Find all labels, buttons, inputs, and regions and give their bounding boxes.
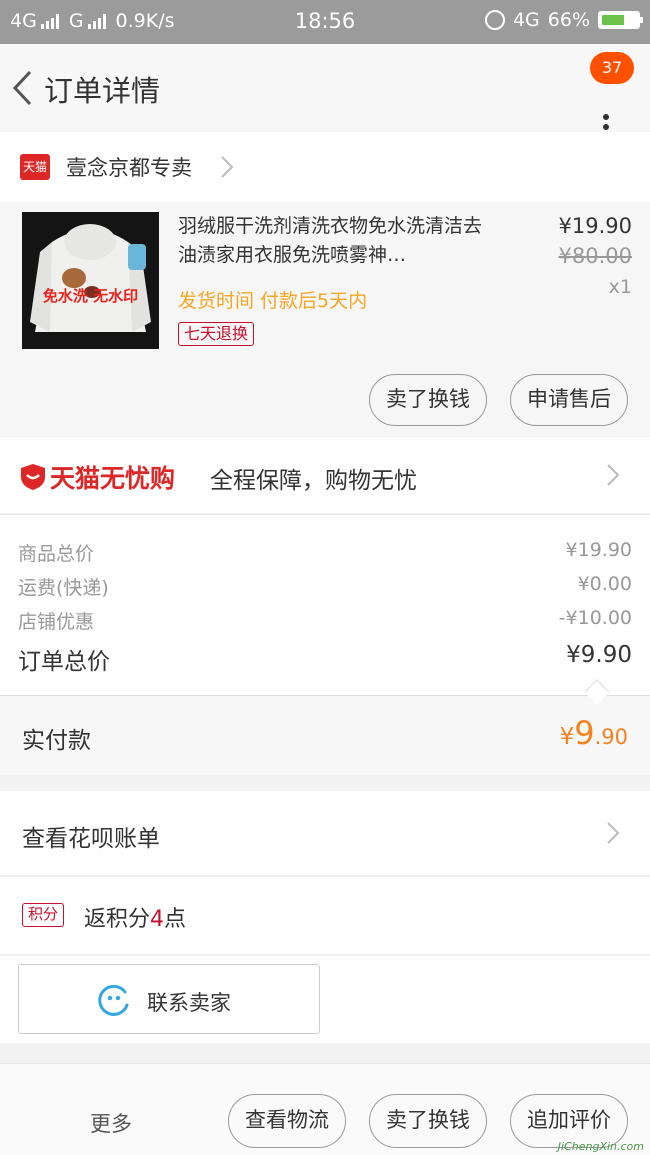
contact-area: 联系卖家 xyxy=(0,955,650,1043)
paid-amount: ¥9.90 xyxy=(560,714,628,752)
points-text: 返积分4点 xyxy=(84,901,186,933)
points-tag: 积分 xyxy=(22,903,64,927)
paid-row: 实付款 ¥9.90 xyxy=(0,695,650,775)
alarm-icon xyxy=(484,10,505,30)
original-price: ¥80.00 xyxy=(558,244,632,268)
summary-label: 商品总价 xyxy=(18,543,95,565)
order-total-value: ¥9.90 xyxy=(566,642,632,668)
worry-free-desc: 全程保障，购物无忧 xyxy=(210,468,417,494)
ship-time: 发货时间 付款后5天内 xyxy=(178,290,368,312)
status-right: 4G 66% xyxy=(484,9,643,31)
summary-value: ¥19.90 xyxy=(565,539,632,561)
order-total-label: 订单总价 xyxy=(18,649,110,675)
message-badge[interactable]: 37 xyxy=(590,52,634,84)
shield-icon xyxy=(21,464,45,490)
order-item[interactable]: 免水洗 无水印 羽绒服干洗剂清洗衣物免水洗清洁去油渍家用衣服免洗喷雾神… 发货时… xyxy=(0,202,650,436)
summary-label: 店铺优惠 xyxy=(18,611,95,633)
watermark: JiChengXin.com xyxy=(557,1140,644,1153)
bottom-action-bar: 更多 查看物流 卖了换钱 追加评价 JiChengXin.com xyxy=(0,1063,650,1155)
huabei-row[interactable]: 查看花呗账单 xyxy=(0,791,650,875)
contact-seller-button[interactable]: 联系卖家 xyxy=(18,964,320,1034)
status-bar: 4G G 0.9K/s 18:56 4G 66% xyxy=(0,0,650,44)
shop-header[interactable]: 天猫 壹念京都专卖 xyxy=(0,132,650,202)
paid-label: 实付款 xyxy=(22,728,91,754)
page-title: 订单详情 xyxy=(44,74,161,108)
more-button[interactable]: 更多 xyxy=(90,1108,132,1138)
huabei-label[interactable]: 查看花呗账单 xyxy=(22,819,160,853)
paid-decimal: .90 xyxy=(594,725,628,749)
points-row: 积分 返积分4点 xyxy=(0,876,650,954)
jacket-illustration xyxy=(22,212,159,349)
network-label-3: 4G xyxy=(512,9,540,31)
summary-value: -¥10.00 xyxy=(558,607,632,629)
points-prefix: 返积分 xyxy=(84,907,151,932)
nav-bar: 订单详情 37 xyxy=(0,44,650,132)
item-price: ¥19.90 xyxy=(558,214,632,238)
paid-integer: 9 xyxy=(574,714,595,752)
customer-service-icon xyxy=(98,984,129,1016)
worry-free-logo: 天猫无忧购 xyxy=(20,459,175,495)
points-count: 4 xyxy=(150,907,165,932)
currency-symbol: ¥ xyxy=(559,724,575,750)
sell-button[interactable]: 卖了换钱 xyxy=(369,374,487,426)
product-image[interactable]: 免水洗 无水印 xyxy=(22,212,159,349)
worry-free-row[interactable]: 天猫无忧购 全程保障，购物无忧 xyxy=(0,437,650,513)
return-policy-tag: 七天退换 xyxy=(178,322,255,346)
summary-value: ¥0.00 xyxy=(577,573,632,595)
image-caption: 免水洗 无水印 xyxy=(42,287,139,305)
contact-seller-label: 联系卖家 xyxy=(147,991,231,1015)
tmall-tag: 天猫 xyxy=(20,154,50,180)
product-title[interactable]: 羽绒服干洗剂清洗衣物免水洗清洁去油渍家用衣服免洗喷雾神… xyxy=(178,212,488,270)
chevron-right-icon xyxy=(607,822,620,844)
after-sale-button[interactable]: 申请售后 xyxy=(510,374,628,426)
battery-icon xyxy=(598,11,643,29)
points-suffix: 点 xyxy=(164,907,187,932)
more-menu-icon[interactable] xyxy=(598,82,614,132)
price-summary: 商品总价 ¥19.90 运费(快递) ¥0.00 店铺优惠 -¥10.00 订单… xyxy=(0,514,650,695)
worry-free-brand: 天猫无忧购 xyxy=(50,464,176,493)
logistics-button[interactable]: 查看物流 xyxy=(228,1094,346,1148)
sell-button[interactable]: 卖了换钱 xyxy=(369,1094,487,1148)
battery-percent: 66% xyxy=(547,9,590,31)
back-arrow-icon[interactable] xyxy=(10,68,34,108)
quantity: x1 xyxy=(608,276,632,298)
chevron-right-icon xyxy=(221,156,234,178)
chevron-right-icon xyxy=(607,464,620,486)
summary-label: 运费(快递) xyxy=(18,577,109,599)
shop-name[interactable]: 壹念京都专卖 xyxy=(66,152,192,182)
